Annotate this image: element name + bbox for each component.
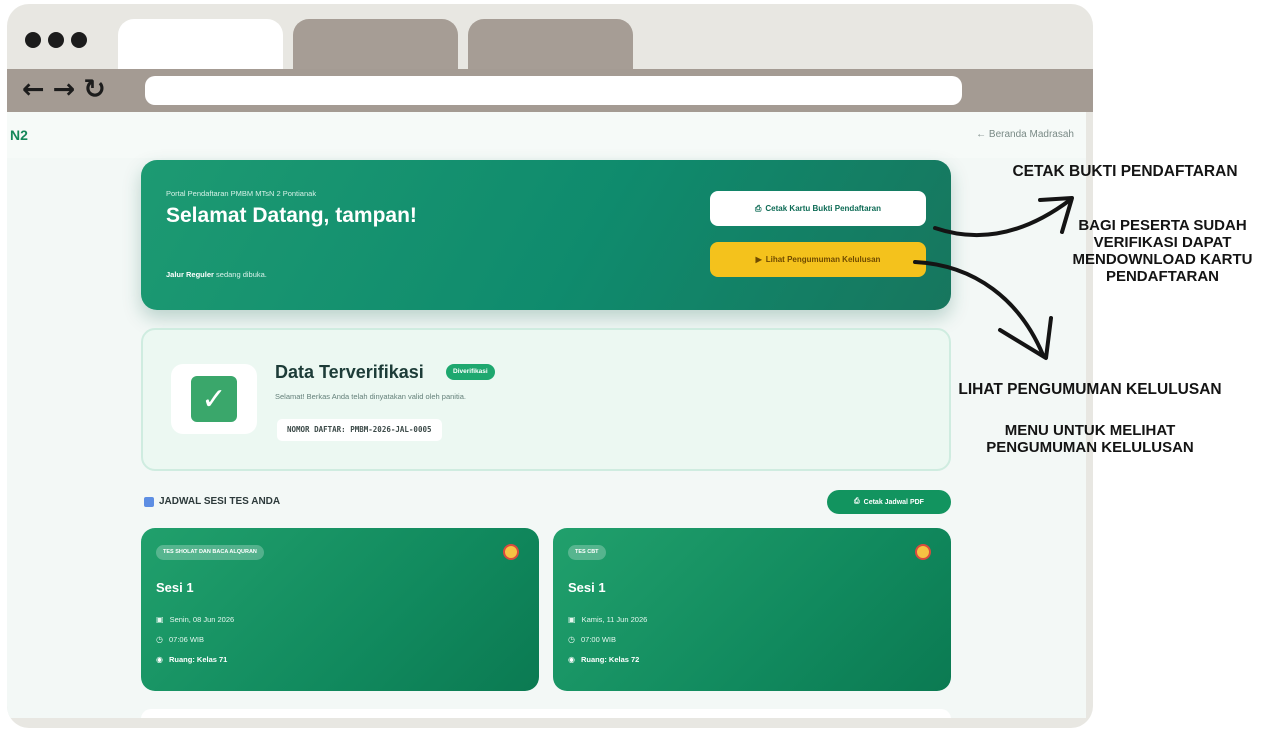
- session-room: Ruang: Kelas 72: [580, 655, 640, 664]
- browser-toolbar: ← → ↻: [7, 69, 1093, 112]
- forward-arrow-icon[interactable]: →: [53, 76, 76, 104]
- announcement-label: Lihat Pengumuman Kelulusan: [765, 255, 881, 264]
- session-date-row: ▣ Kamis, 11 Jun 2026: [568, 615, 647, 624]
- session-room-row: ◉ Ruang: Kelas 72: [568, 655, 639, 664]
- print-schedule-pdf-button[interactable]: ⎙ Cetak Jadwal PDF: [827, 490, 951, 514]
- session-time-row: ◷ 07:00 WIB: [568, 635, 616, 644]
- session-label: Sesi 1: [568, 580, 606, 595]
- session-room-row: ◉ Ruang: Kelas 71: [156, 655, 227, 664]
- session-time: 07:00 WIB: [580, 635, 617, 644]
- window-dot-maximize[interactable]: [71, 32, 87, 48]
- test-type-tag: TES SHOLAT DAN BACA ALQURAN: [156, 545, 264, 560]
- schedule-card: TES SHOLAT DAN BACA ALQURAN Sesi 1 ▣ Seni…: [141, 528, 539, 691]
- print-card-label: Cetak Kartu Bukti Pendaftaran: [765, 204, 881, 213]
- verification-title: Data Terverifikasi: [275, 362, 424, 382]
- session-date: Kamis, 11 Jun 2026: [581, 615, 648, 624]
- registration-number: NOMOR DAFTAR: PMBM-2026-JAL-0005: [277, 419, 442, 441]
- test-type-tag: TES CBT: [568, 545, 606, 560]
- print-icon: ⎙: [854, 498, 860, 505]
- window-dot-minimize[interactable]: [48, 32, 64, 48]
- address-bar[interactable]: [145, 76, 962, 105]
- alarm-clock-icon: [915, 544, 931, 560]
- calendar-icon: [144, 496, 154, 507]
- browser-tab-2[interactable]: [293, 19, 458, 71]
- browser-tab-3[interactable]: [468, 19, 633, 71]
- browser-window: ← → ↻ N2 ← Beranda Madrasah Portal Penda…: [7, 4, 1093, 728]
- page-viewport: N2 ← Beranda Madrasah Portal Pendaftaran…: [7, 112, 1086, 718]
- print-card-button[interactable]: ⎙ Cetak Kartu Bukti Pendaftaran: [710, 191, 926, 226]
- hero-kicker: Portal Pendaftaran PMBM MTsN 2 Pontianak: [166, 189, 317, 198]
- clock-icon: ◷: [568, 635, 575, 644]
- schedule-heading: JADWAL SESI TES ANDA: [144, 496, 280, 507]
- window-controls: [25, 32, 87, 48]
- session-room: Ruang: Kelas 71: [168, 655, 228, 664]
- session-label: Sesi 1: [156, 580, 194, 595]
- hero-subtitle-rest: sedang dibuka.: [213, 270, 267, 279]
- hero-subtitle: Jalur Reguler sedang dibuka.: [166, 270, 267, 279]
- announcement-button[interactable]: ▶ Lihat Pengumuman Kelulusan: [710, 242, 926, 277]
- schedule-title: JADWAL SESI TES ANDA: [159, 496, 281, 507]
- home-link[interactable]: ← Beranda Madrasah: [976, 129, 1074, 140]
- annotation-announce-title: LIHAT PENGUMUMAN KELULUSAN: [958, 381, 1222, 398]
- printer-icon: ⎙: [755, 203, 762, 213]
- session-date: Senin, 08 Jun 2026: [169, 615, 235, 624]
- back-arrow-icon[interactable]: ←: [22, 76, 45, 104]
- window-dot-close[interactable]: [25, 32, 41, 48]
- reload-icon[interactable]: ↻: [83, 76, 106, 104]
- browser-tab-active[interactable]: [118, 19, 283, 71]
- print-schedule-label: Cetak Jadwal PDF: [863, 498, 924, 506]
- checkmark-icon: ✓: [191, 376, 237, 422]
- browser-nav: ← → ↻: [22, 76, 106, 104]
- next-section-card: [141, 709, 951, 718]
- annotation-announce-desc: MENU UNTUK MELIHAT PENGUMUMAN KELULUSAN: [986, 422, 1194, 456]
- session-date-row: ▣ Senin, 08 Jun 2026: [156, 615, 234, 624]
- welcome-hero: Portal Pendaftaran PMBM MTsN 2 Pontianak…: [141, 160, 951, 310]
- site-header: N2 ← Beranda Madrasah: [7, 112, 1086, 158]
- calendar-icon: ▣: [156, 615, 164, 624]
- hero-title: Selamat Datang, tampan!: [166, 204, 417, 227]
- verified-icon-box: ✓: [171, 364, 257, 434]
- site-brand[interactable]: N2: [10, 127, 28, 143]
- hero-subtitle-bold: Jalur Reguler: [166, 270, 214, 279]
- session-time-row: ◷ 07:06 WIB: [156, 635, 204, 644]
- schedule-card: TES CBT Sesi 1 ▣ Kamis, 11 Jun 2026 ◷ 07:0…: [553, 528, 951, 691]
- annotation-print-desc: BAGI PESERTA SUDAH VERIFIKASI DAPAT MEND…: [1072, 217, 1253, 285]
- session-time: 07:06 WIB: [168, 635, 205, 644]
- screenshot-stage: ← → ↻ N2 ← Beranda Madrasah Portal Penda…: [0, 0, 1288, 730]
- alarm-clock-icon: [503, 544, 519, 560]
- verification-panel: ✓ Data Terverifikasi Diverifikasi Selama…: [141, 328, 951, 471]
- location-pin-icon: ◉: [568, 655, 575, 664]
- calendar-icon: ▣: [568, 615, 576, 624]
- verification-message: Selamat! Berkas Anda telah dinyatakan va…: [275, 392, 466, 401]
- megaphone-icon: ▶: [755, 255, 762, 264]
- annotation-print-title: CETAK BUKTI PENDAFTARAN: [1012, 163, 1238, 180]
- location-pin-icon: ◉: [156, 655, 163, 664]
- verified-badge: Diverifikasi: [446, 364, 495, 380]
- clock-icon: ◷: [156, 635, 163, 644]
